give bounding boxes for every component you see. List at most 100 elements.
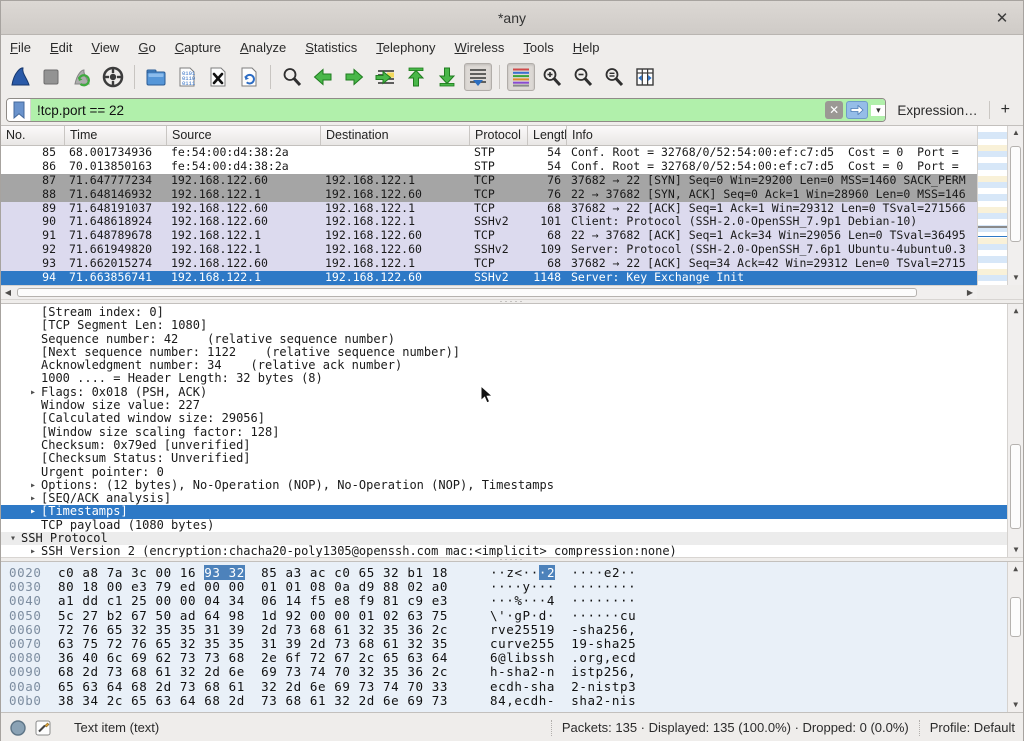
detail-line[interactable]: Checksum: 0x79ed [unverified] bbox=[1, 439, 1007, 452]
filter-bookmark-icon[interactable] bbox=[7, 99, 31, 121]
hex-row-0040[interactable]: 0040a1 dd c1 25 00 00 04 34 06 14 f5 e8 … bbox=[1, 594, 1007, 608]
collapsed-arrow-icon[interactable]: ▸ bbox=[25, 545, 41, 557]
save-file-icon[interactable]: 010101100111 bbox=[173, 63, 201, 91]
column-header-source[interactable]: Source bbox=[167, 126, 321, 145]
packet-row-85[interactable]: 8568.001734936fe:54:00:d4:38:2aSTP54Conf… bbox=[1, 146, 977, 160]
display-filter-input[interactable] bbox=[37, 103, 825, 118]
close-file-icon[interactable] bbox=[204, 63, 232, 91]
hex-row-00a0[interactable]: 00a065 63 64 68 2d 73 68 61 32 2d 6e 69 … bbox=[1, 680, 1007, 694]
hex-ascii[interactable]: h-sha2-n istp256, bbox=[448, 665, 636, 679]
hex-ascii[interactable]: curve255 19-sha25 bbox=[448, 637, 636, 651]
hex-bytes[interactable]: 65 63 64 68 2d 73 68 61 32 2d 6e 69 73 7… bbox=[50, 680, 448, 694]
hex-ascii[interactable]: \'·gP·d· ······cu bbox=[448, 609, 636, 623]
hex-row-0050[interactable]: 00505c 27 b2 67 50 ad 64 98 1d 92 00 00 … bbox=[1, 609, 1007, 623]
profile-text[interactable]: Profile: Default bbox=[930, 720, 1015, 735]
column-header-length[interactable]: Length bbox=[528, 126, 567, 145]
packet-row-88[interactable]: 8871.648146932192.168.122.1192.168.122.6… bbox=[1, 188, 977, 202]
zoom-in-icon[interactable] bbox=[538, 63, 566, 91]
hex-ascii[interactable]: 6@libssh .org,ecd bbox=[448, 651, 636, 665]
close-icon[interactable]: ✕ bbox=[991, 7, 1013, 29]
packet-list-vscrollbar[interactable]: ▲ ▼ bbox=[1007, 126, 1023, 285]
hex-bytes[interactable]: 5c 27 b2 67 50 ad 64 98 1d 92 00 00 01 0… bbox=[50, 609, 448, 623]
menu-edit[interactable]: Edit bbox=[50, 40, 72, 55]
hex-bytes[interactable]: 80 18 00 e3 79 ed 00 00 01 01 08 0a d9 8… bbox=[50, 580, 448, 594]
scroll-up-icon[interactable]: ▲ bbox=[1008, 126, 1023, 140]
go-back-icon[interactable] bbox=[309, 63, 337, 91]
menu-capture[interactable]: Capture bbox=[175, 40, 221, 55]
hex-bytes[interactable]: c0 a8 7a 3c 00 16 93 32 85 a3 ac c0 65 3… bbox=[50, 566, 448, 580]
menu-file[interactable]: File bbox=[10, 40, 31, 55]
hex-bytes[interactable]: 72 76 65 32 35 35 31 39 2d 73 68 61 32 3… bbox=[50, 623, 448, 637]
hex-row-0060[interactable]: 006072 76 65 32 35 35 31 39 2d 73 68 61 … bbox=[1, 623, 1007, 637]
open-file-icon[interactable] bbox=[142, 63, 170, 91]
column-header-destination[interactable]: Destination bbox=[321, 126, 470, 145]
scrollbar-thumb[interactable] bbox=[1010, 597, 1021, 637]
filter-history-dropdown-icon[interactable]: ▾ bbox=[871, 105, 885, 116]
zoom-original-icon[interactable] bbox=[600, 63, 628, 91]
filter-apply-icon[interactable] bbox=[846, 101, 868, 119]
hex-row-0020[interactable]: 0020c0 a8 7a 3c 00 16 93 32 85 a3 ac c0 … bbox=[1, 566, 1007, 580]
hex-ascii[interactable]: ecdh-sha 2-nistp3 bbox=[448, 680, 636, 694]
find-packet-icon[interactable] bbox=[278, 63, 306, 91]
go-last-icon[interactable] bbox=[433, 63, 461, 91]
reload-file-icon[interactable] bbox=[235, 63, 263, 91]
detail-line[interactable]: [Checksum Status: Unverified] bbox=[1, 452, 1007, 465]
hex-row-00b0[interactable]: 00b038 34 2c 65 63 64 68 2d 73 68 61 32 … bbox=[1, 694, 1007, 708]
packet-row-86[interactable]: 8670.013850163fe:54:00:d4:38:2aSTP54Conf… bbox=[1, 160, 977, 174]
column-header-info[interactable]: Info bbox=[567, 126, 1023, 145]
scroll-right-icon[interactable]: ▶ bbox=[963, 286, 977, 299]
hex-row-0090[interactable]: 009068 2d 73 68 61 32 2d 6e 69 73 74 70 … bbox=[1, 665, 1007, 679]
filter-clear-icon[interactable]: ✕ bbox=[825, 101, 843, 119]
detail-line[interactable]: ▸[Timestamps] bbox=[1, 505, 1007, 518]
add-filter-button[interactable]: + bbox=[997, 101, 1018, 119]
detail-line[interactable]: Sequence number: 42 (relative sequence n… bbox=[1, 333, 1007, 346]
hex-ascii[interactable]: 84,ecdh- sha2-nis bbox=[448, 694, 636, 708]
hex-ascii[interactable]: ····y··· ········ bbox=[448, 580, 636, 594]
detail-line[interactable]: Urgent pointer: 0 bbox=[1, 466, 1007, 479]
colorize-icon[interactable] bbox=[507, 63, 535, 91]
scrollbar-thumb[interactable] bbox=[1010, 146, 1021, 242]
resize-columns-icon[interactable] bbox=[631, 63, 659, 91]
detail-line[interactable]: ▸Options: (12 bytes), No-Operation (NOP)… bbox=[1, 479, 1007, 492]
menu-statistics[interactable]: Statistics bbox=[305, 40, 357, 55]
packet-row-91[interactable]: 9171.648789678192.168.122.1192.168.122.6… bbox=[1, 229, 977, 243]
scroll-left-icon[interactable]: ◀ bbox=[1, 286, 15, 299]
column-header-no[interactable]: No. bbox=[1, 126, 65, 145]
capture-comment-icon[interactable] bbox=[35, 719, 52, 737]
capture-options-icon[interactable] bbox=[99, 63, 127, 91]
scrollbar-thumb[interactable] bbox=[1010, 444, 1021, 529]
scroll-down-icon[interactable]: ▼ bbox=[1008, 271, 1023, 285]
hex-bytes[interactable]: 63 75 72 76 65 32 35 35 31 39 2d 73 68 6… bbox=[50, 637, 448, 651]
stop-capture-icon[interactable] bbox=[37, 63, 65, 91]
packet-row-89[interactable]: 8971.648191037192.168.122.60192.168.122.… bbox=[1, 202, 977, 216]
detail-line[interactable]: ▸[SEQ/ACK analysis] bbox=[1, 492, 1007, 505]
menu-telephony[interactable]: Telephony bbox=[376, 40, 435, 55]
column-header-time[interactable]: Time bbox=[65, 126, 167, 145]
hex-ascii[interactable]: ···%···4 ········ bbox=[448, 594, 636, 608]
hex-row-0070[interactable]: 007063 75 72 76 65 32 35 35 31 39 2d 73 … bbox=[1, 637, 1007, 651]
hex-ascii[interactable]: rve25519 -sha256, bbox=[448, 623, 636, 637]
zoom-out-icon[interactable] bbox=[569, 63, 597, 91]
menu-tools[interactable]: Tools bbox=[523, 40, 553, 55]
hex-bytes[interactable]: 68 2d 73 68 61 32 2d 6e 69 73 74 70 32 3… bbox=[50, 665, 448, 679]
details-vscrollbar[interactable]: ▲ ▼ bbox=[1007, 304, 1023, 557]
hex-bytes[interactable]: 38 34 2c 65 63 64 68 2d 73 68 61 32 2d 6… bbox=[50, 694, 448, 708]
scroll-down-icon[interactable]: ▼ bbox=[1008, 698, 1023, 712]
scroll-up-icon[interactable]: ▲ bbox=[1008, 304, 1023, 318]
menu-help[interactable]: Help bbox=[573, 40, 600, 55]
auto-scroll-icon[interactable] bbox=[464, 63, 492, 91]
go-forward-icon[interactable] bbox=[340, 63, 368, 91]
collapsed-arrow-icon[interactable]: ▸ bbox=[25, 386, 41, 399]
expanded-arrow-icon[interactable]: ▾ bbox=[5, 532, 21, 545]
start-capture-icon[interactable] bbox=[6, 63, 34, 91]
expert-info-icon[interactable] bbox=[9, 719, 27, 737]
menu-view[interactable]: View bbox=[91, 40, 119, 55]
scroll-up-icon[interactable]: ▲ bbox=[1008, 562, 1023, 576]
collapsed-arrow-icon[interactable]: ▸ bbox=[25, 505, 41, 518]
scrollbar-thumb[interactable] bbox=[17, 288, 917, 297]
hex-bytes[interactable]: 36 40 6c 69 62 73 73 68 2e 6f 72 67 2c 6… bbox=[50, 651, 448, 665]
restart-capture-icon[interactable] bbox=[68, 63, 96, 91]
detail-line[interactable]: 1000 .... = Header Length: 32 bytes (8) bbox=[1, 372, 1007, 385]
bytes-vscrollbar[interactable]: ▲ ▼ bbox=[1007, 562, 1023, 712]
packet-row-90[interactable]: 9071.648618924192.168.122.60192.168.122.… bbox=[1, 215, 977, 229]
